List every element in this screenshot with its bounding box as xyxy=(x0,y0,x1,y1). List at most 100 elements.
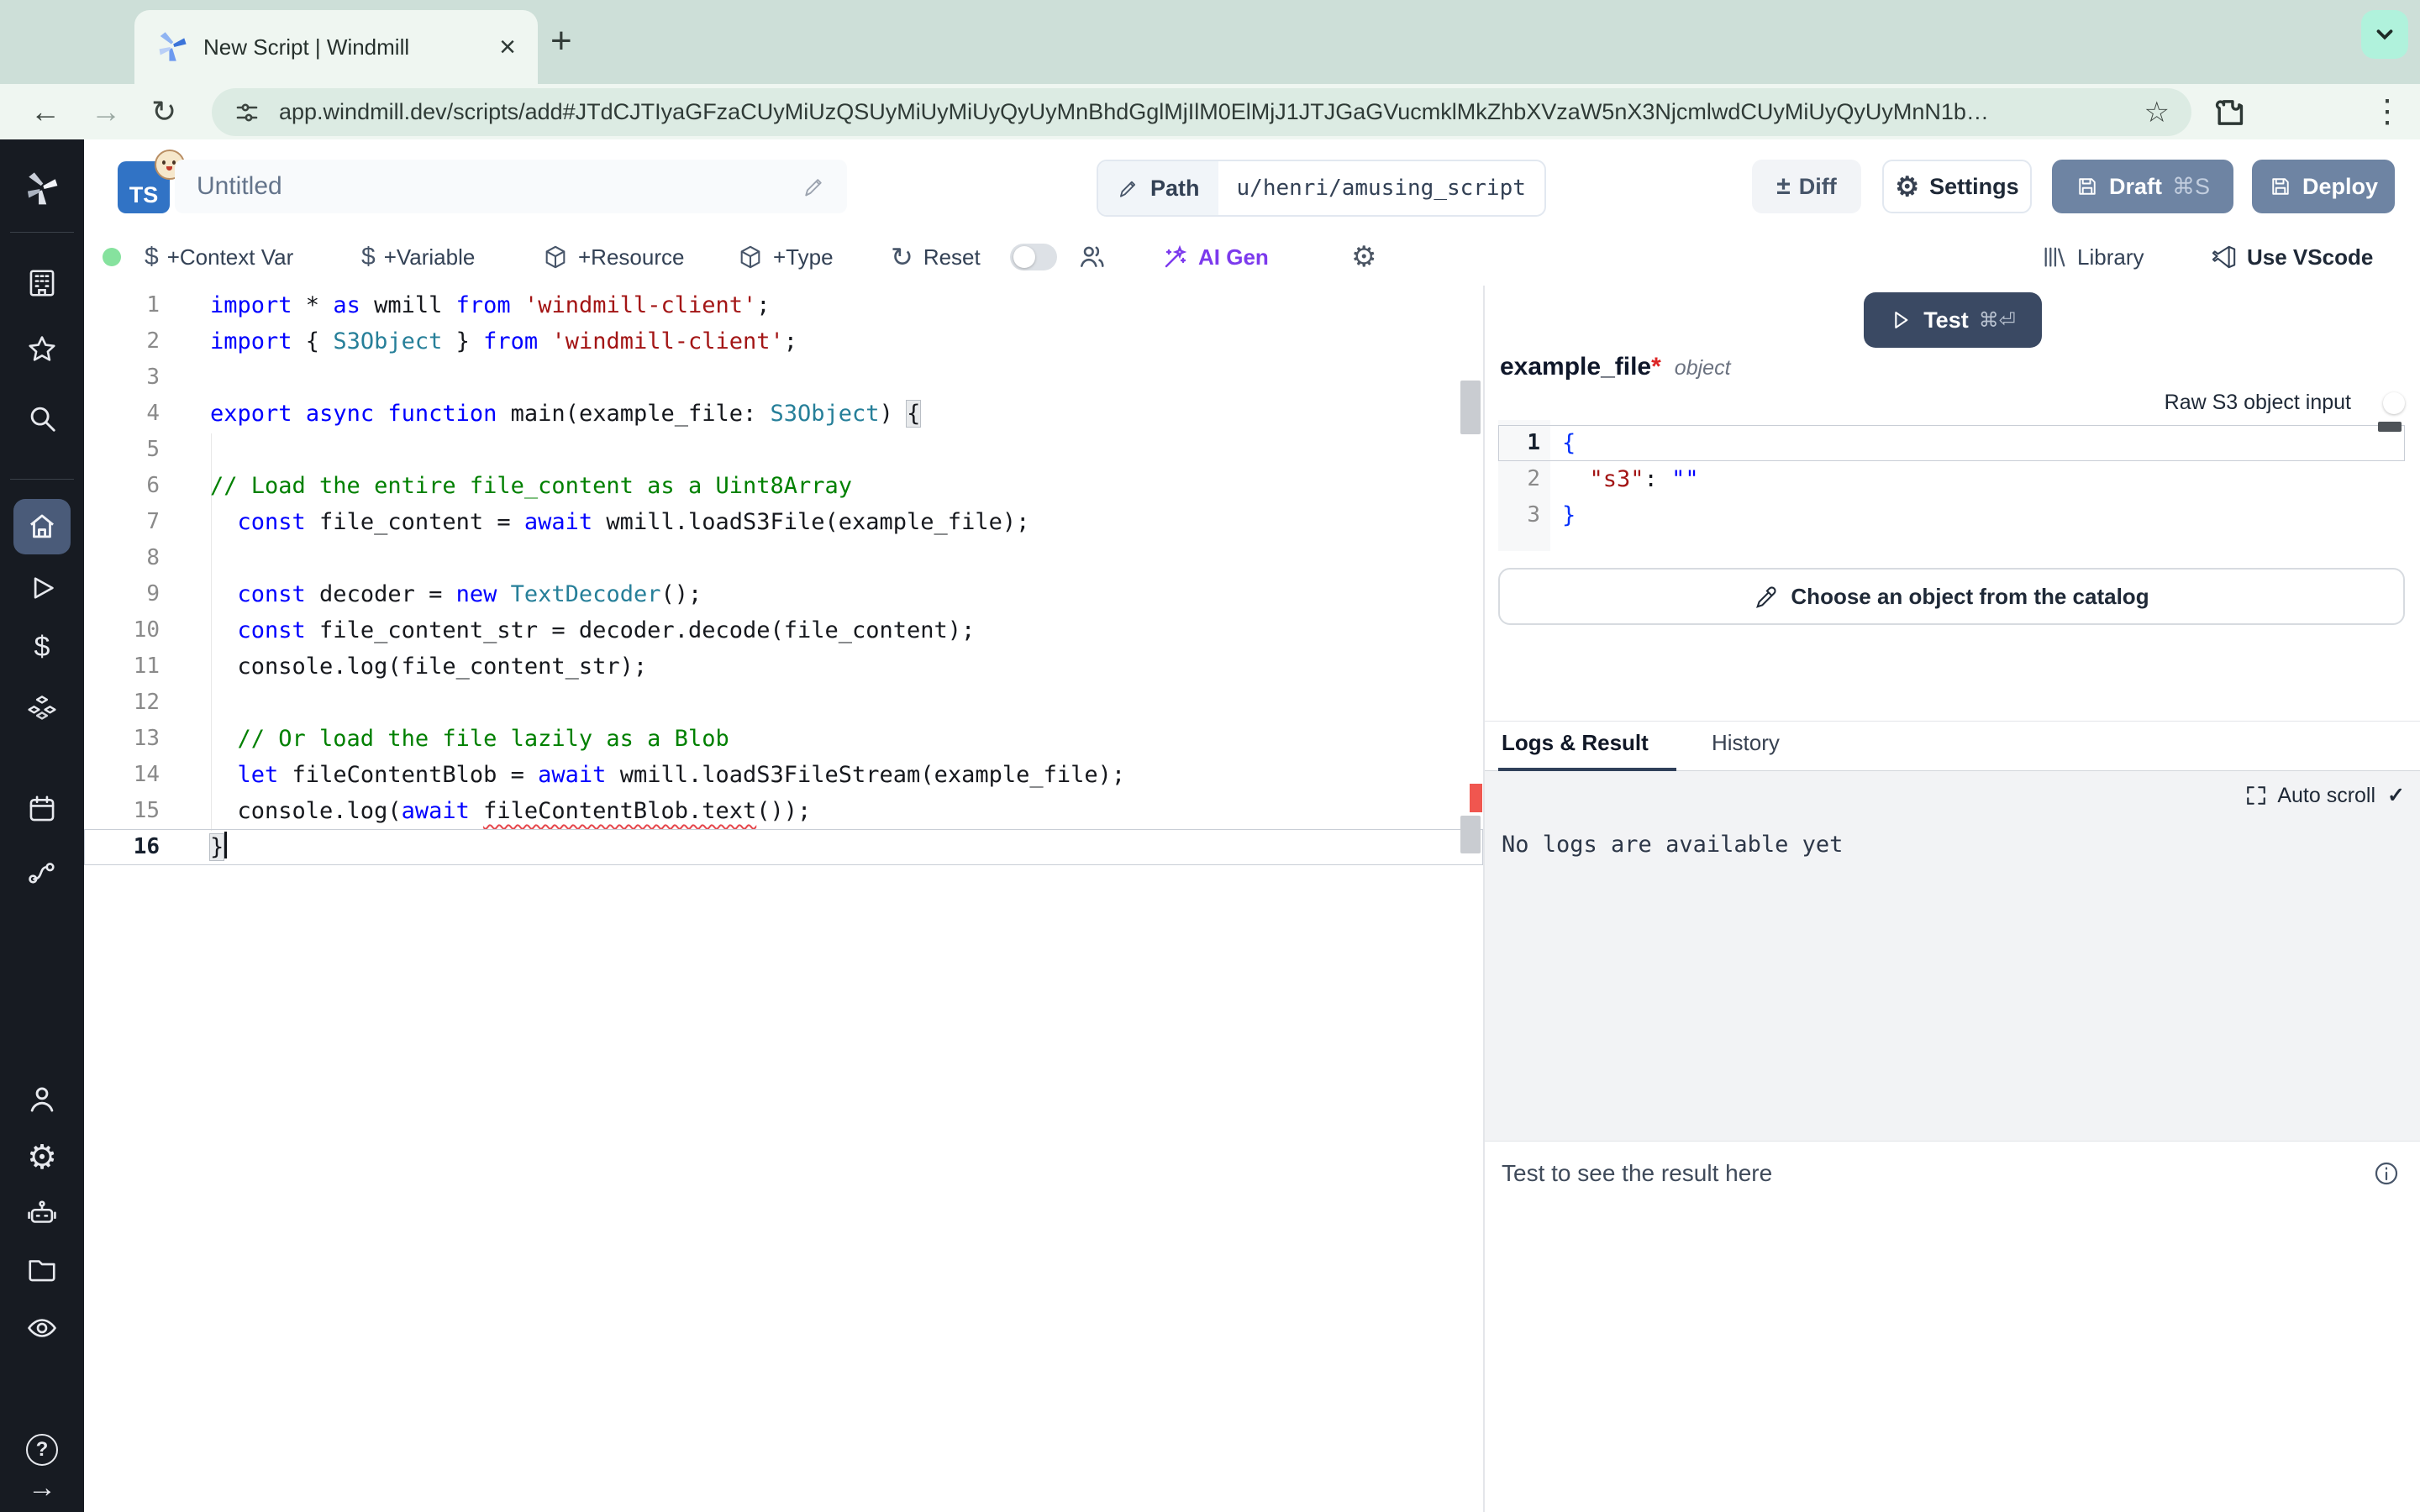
sidebar-item-favorites[interactable] xyxy=(0,334,84,366)
sidebar-item-home[interactable] xyxy=(13,499,71,554)
sidebar-collapse-arrow[interactable]: → xyxy=(0,1473,84,1502)
help-icon: ? xyxy=(26,1434,58,1466)
ai-gen-button[interactable]: AI Gen xyxy=(1161,230,1269,284)
required-mark: * xyxy=(1651,353,1661,381)
sidebar-item-user[interactable] xyxy=(0,1084,84,1116)
diff-icon: ± xyxy=(1776,172,1790,201)
reset-icon: ↻ xyxy=(891,241,913,273)
sidebar-item-runs[interactable] xyxy=(0,573,84,603)
sidebar-item-search[interactable] xyxy=(0,402,84,434)
json-lines: 1{2 "s3": ""3} xyxy=(1498,425,2405,533)
draft-button[interactable]: Draft ⌘S xyxy=(2052,160,2233,213)
results-tabs: Logs & Result History xyxy=(1485,721,2420,772)
no-logs-message: No logs are available yet xyxy=(1502,832,1843,858)
sidebar-item-variables[interactable]: $ xyxy=(0,633,84,661)
sidebar-item-resources[interactable] xyxy=(0,695,84,727)
script-name-input[interactable]: Untitled xyxy=(175,160,847,213)
code-lines: 1import * as wmill from 'windmill-client… xyxy=(84,286,1483,865)
add-context-var-button[interactable]: $ +Context Var xyxy=(145,230,293,284)
editor-scrollbar-thumb[interactable] xyxy=(1460,381,1481,434)
raw-s3-label: Raw S3 object input xyxy=(2165,388,2351,417)
save-icon xyxy=(2075,175,2099,198)
browser-menu-icon[interactable]: ⋮ xyxy=(2371,91,2403,133)
windmill-logo[interactable] xyxy=(0,171,84,207)
use-vscode-button[interactable]: Use VScode xyxy=(2212,230,2373,284)
argument-header: example_file* object xyxy=(1500,353,1731,381)
windmill-favicon-icon xyxy=(156,31,188,63)
expand-icon xyxy=(2245,785,2267,806)
code-editor[interactable]: 1import * as wmill from 'windmill-client… xyxy=(84,286,1483,1512)
diff-button[interactable]: ± Diff xyxy=(1752,160,1861,213)
multiplayer-toggle[interactable] xyxy=(1010,230,1057,284)
add-type-button[interactable]: +Type xyxy=(738,230,834,284)
sidebar-item-flows[interactable] xyxy=(0,855,84,887)
editor-scrollbar-thumb[interactable] xyxy=(1460,816,1481,853)
url-text[interactable]: app.windmill.dev/scripts/add#JTdCJTIyaGF… xyxy=(279,99,2131,125)
sidebar-item-schedules[interactable] xyxy=(0,793,84,825)
pipette-icon xyxy=(1754,584,1779,609)
path-button[interactable]: Path u/henri/amusing_script xyxy=(1097,160,1546,217)
path-label-segment: Path xyxy=(1098,161,1218,215)
path-value: u/henri/amusing_script xyxy=(1218,161,1544,215)
dollar-icon: $ xyxy=(145,243,159,271)
result-panel: Test to see the result here xyxy=(1485,1141,2420,1512)
main-area: TS Untitled Path u/henri/amusing_script … xyxy=(84,139,2420,1512)
new-tab-button[interactable]: + xyxy=(550,20,572,62)
gear-icon: ⚙ xyxy=(1895,171,1919,202)
sidebar-divider xyxy=(10,232,74,233)
check-icon: ✓ xyxy=(2387,783,2405,808)
sidebar-item-workspace[interactable] xyxy=(0,267,84,299)
extensions-icon[interactable] xyxy=(2212,95,2247,130)
browser-tab[interactable]: New Script | Windmill × xyxy=(134,10,538,84)
tab-title: New Script | Windmill xyxy=(203,34,499,60)
add-resource-button[interactable]: +Resource xyxy=(543,230,684,284)
result-placeholder: Test to see the result here xyxy=(1502,1160,1772,1187)
tab-close-icon[interactable]: × xyxy=(499,33,516,61)
vscode-icon xyxy=(2212,244,2237,270)
magic-wand-icon xyxy=(1161,244,1188,270)
dollar-icon: $ xyxy=(361,243,376,271)
site-settings-icon[interactable] xyxy=(234,99,260,126)
sidebar-item-folders[interactable] xyxy=(0,1253,84,1285)
edit-pencil-icon[interactable] xyxy=(802,175,825,198)
package-icon xyxy=(738,244,763,270)
json-args-editor[interactable]: 1{2 "s3": ""3} xyxy=(1498,420,2405,551)
test-button[interactable]: Test ⌘⏎ xyxy=(1864,292,2042,348)
script-name-value: Untitled xyxy=(197,172,802,201)
bookmark-star-icon[interactable]: ☆ xyxy=(2144,96,2170,129)
sidebar-item-workers[interactable] xyxy=(0,1198,84,1230)
url-bar[interactable]: app.windmill.dev/scripts/add#JTdCJTIyaGF… xyxy=(212,88,2191,136)
test-shortcut: ⌘⏎ xyxy=(1979,308,2016,333)
argument-name: example_file xyxy=(1500,353,1651,381)
settings-button[interactable]: ⚙ Settings xyxy=(1882,160,2032,213)
add-variable-button[interactable]: $ +Variable xyxy=(361,230,475,284)
app-sidebar: $ ⚙ xyxy=(0,139,84,1512)
status-dot xyxy=(103,230,121,284)
tab-history[interactable]: History xyxy=(1712,730,1780,756)
back-button[interactable]: ← xyxy=(30,91,60,133)
browser-toolbar: ← → ↻ app.windmill.dev/scripts/add#JTdCJ… xyxy=(0,84,2420,139)
editor-settings-gear[interactable]: ⚙ xyxy=(1351,230,1376,284)
sidebar-item-help[interactable]: ? xyxy=(0,1434,84,1466)
sidebar-item-settings[interactable]: ⚙ xyxy=(0,1141,84,1174)
browser-tabstrip: New Script | Windmill × + xyxy=(0,0,2420,84)
sidebar-divider xyxy=(10,479,74,480)
draft-shortcut: ⌘S xyxy=(2172,174,2210,200)
deploy-button[interactable]: Deploy xyxy=(2252,160,2395,213)
reload-button[interactable]: ↻ xyxy=(151,91,176,133)
info-icon[interactable] xyxy=(2373,1160,2400,1187)
library-button[interactable]: Library xyxy=(2042,230,2144,284)
reset-button[interactable]: ↻ Reset xyxy=(891,230,981,284)
tab-logs-result[interactable]: Logs & Result xyxy=(1502,730,1649,756)
error-overview-mark xyxy=(1470,784,1482,812)
save-icon xyxy=(2269,175,2292,198)
forward-button[interactable]: → xyxy=(91,91,121,133)
choose-object-button[interactable]: Choose an object from the catalog xyxy=(1498,568,2405,625)
argument-type: object xyxy=(1675,356,1731,380)
window-chevron-button[interactable] xyxy=(2361,10,2408,59)
sidebar-item-audit-logs[interactable] xyxy=(0,1312,84,1344)
run-panel: Test ⌘⏎ example_file* object Raw S3 objec… xyxy=(1485,286,2420,1512)
json-scrollbar-thumb[interactable] xyxy=(2378,422,2402,432)
editor-toolbar: $ +Context Var $ +Variable +Resource +Ty… xyxy=(84,230,2420,287)
auto-scroll-control[interactable]: Auto scroll ✓ xyxy=(2245,783,2405,808)
